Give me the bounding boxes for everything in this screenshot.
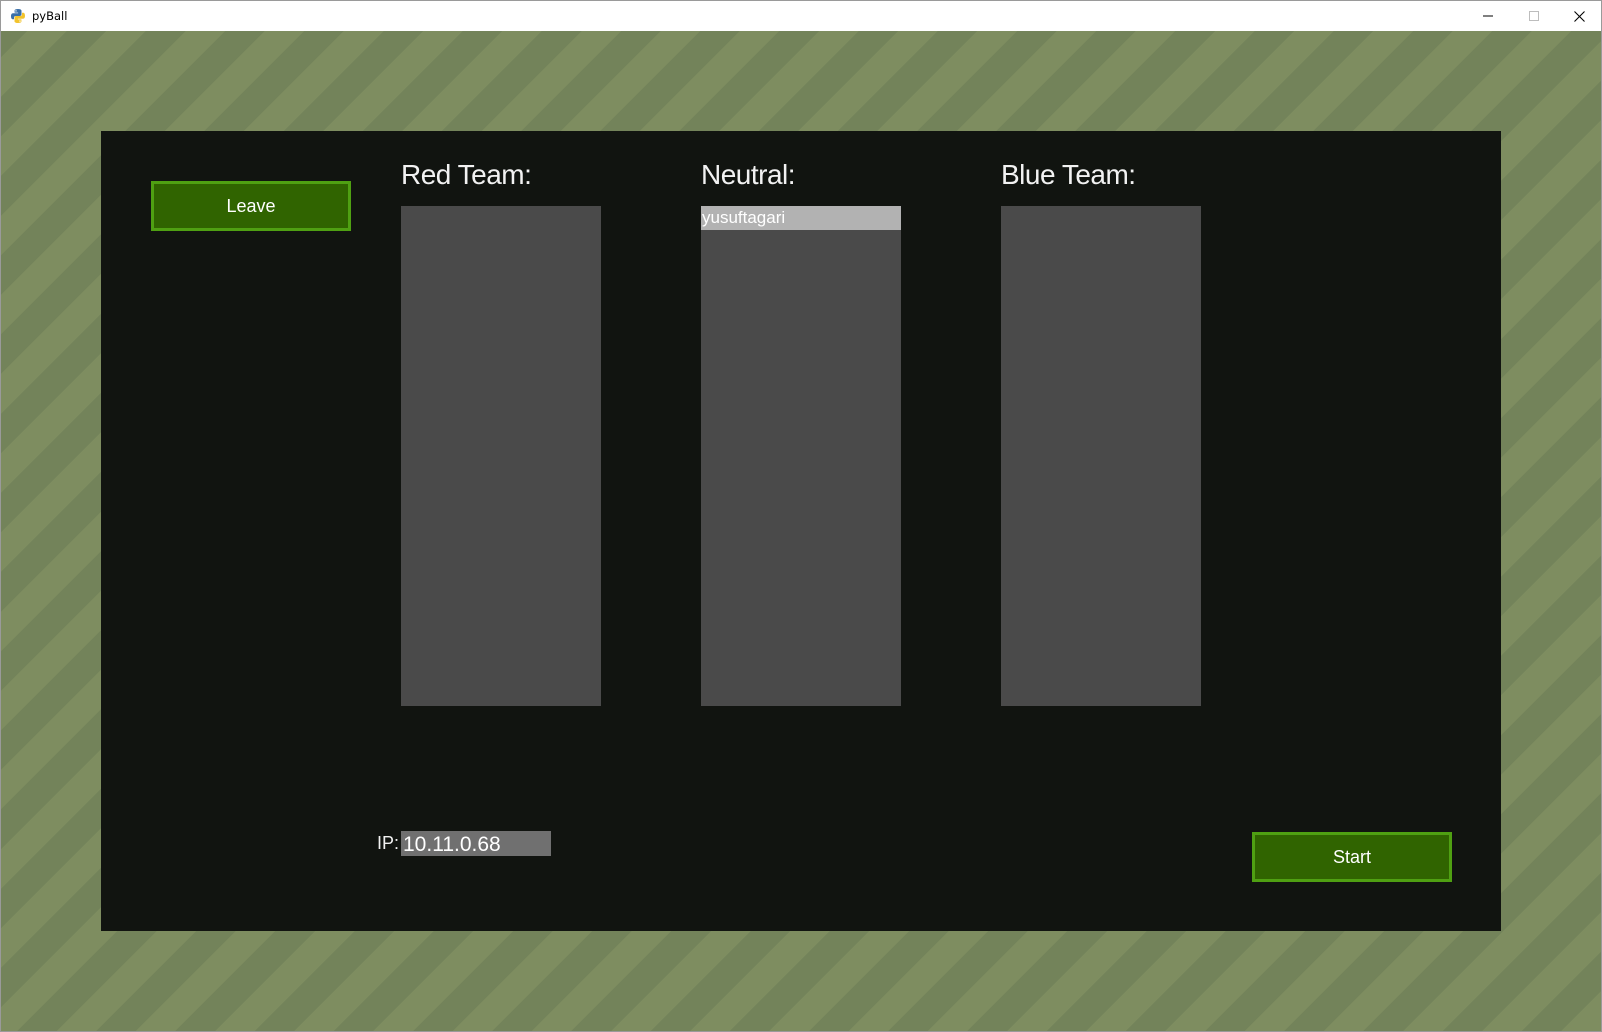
start-button[interactable]: Start	[1252, 832, 1452, 882]
leave-button[interactable]: Leave	[151, 181, 351, 231]
app-window: pyBall Leave Red Team: Neutral: yusuftag…	[0, 0, 1602, 1032]
close-icon	[1573, 10, 1585, 22]
close-button[interactable]	[1556, 1, 1602, 31]
title-bar[interactable]: pyBall	[1, 1, 1601, 31]
red-team-title: Red Team:	[401, 159, 532, 190]
lobby-panel: Leave Red Team: Neutral: yusuftagari Blu…	[101, 131, 1501, 931]
start-button-label: Start	[1332, 846, 1371, 867]
blue-team-list[interactable]	[1001, 206, 1201, 706]
neutral-team-list[interactable]: yusuftagari	[701, 206, 901, 706]
ip-label: IP:	[377, 833, 400, 853]
minimize-icon	[1483, 15, 1493, 17]
game-canvas: Leave Red Team: Neutral: yusuftagari Blu…	[1, 31, 1601, 1031]
leave-button-label: Leave	[226, 195, 276, 216]
blue-team-title: Blue Team:	[1001, 159, 1136, 190]
window-title: pyBall	[32, 9, 68, 23]
minimize-button[interactable]	[1465, 1, 1511, 31]
neutral-team-title: Neutral:	[701, 159, 796, 190]
red-team-list[interactable]	[401, 206, 601, 706]
python-icon	[10, 8, 26, 24]
maximize-button[interactable]	[1511, 1, 1557, 31]
player-item[interactable]: yusuftagari	[701, 206, 901, 230]
maximize-icon	[1529, 11, 1539, 21]
ip-field[interactable]: 10.11.0.68	[401, 831, 551, 856]
